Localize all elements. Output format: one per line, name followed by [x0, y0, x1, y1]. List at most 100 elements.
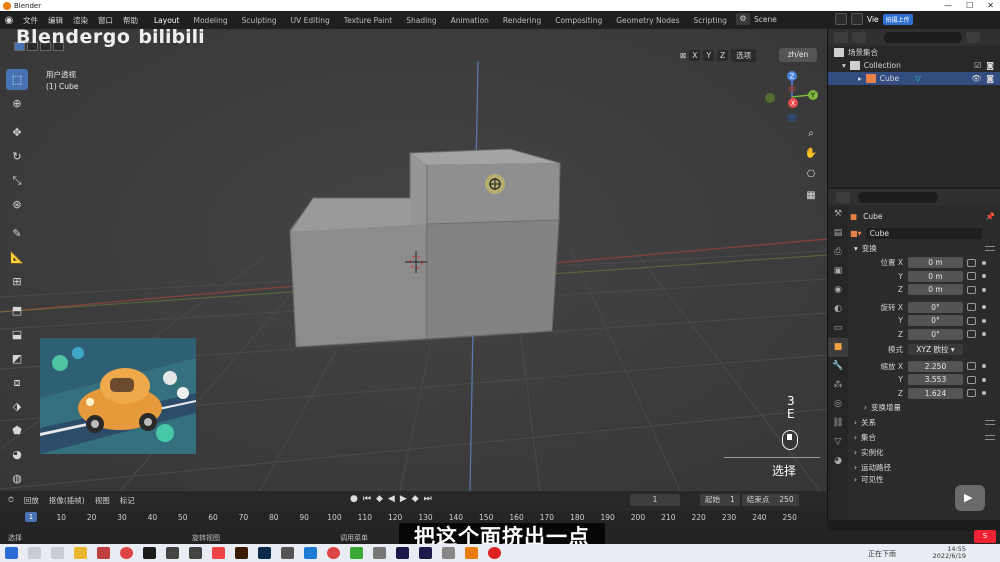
menu-edit[interactable]: 编辑	[43, 15, 68, 26]
move-handle-icon[interactable]	[485, 174, 505, 194]
expand-arrow-icon[interactable]: ▾	[842, 61, 846, 70]
rotation-z-field[interactable]: 0°	[908, 328, 963, 340]
transform-icon[interactable]: ⊛	[6, 194, 28, 215]
section-instancing[interactable]: › 实例化	[850, 445, 1000, 460]
section-collections[interactable]: › 集合	[850, 430, 1000, 445]
inset-icon[interactable]: ⬓	[6, 324, 28, 345]
blender-taskbar-icon[interactable]	[465, 547, 478, 559]
keyframe-dot-icon[interactable]	[982, 260, 986, 265]
keyframe-dot-icon[interactable]	[982, 274, 986, 279]
lock-icon[interactable]	[967, 272, 976, 281]
app-icon[interactable]	[373, 547, 386, 559]
search-icon[interactable]	[28, 547, 41, 559]
keyframe-dot-icon[interactable]	[982, 318, 986, 323]
collapse-arrow-icon[interactable]: ▾	[854, 244, 858, 253]
input-method-icon[interactable]: S	[974, 530, 996, 543]
keyframe-dot-icon[interactable]	[982, 305, 986, 310]
file-explorer-icon[interactable]	[74, 547, 87, 559]
loop-cut-icon[interactable]: ⧈	[6, 372, 28, 393]
premiere-icon[interactable]	[396, 547, 409, 559]
tab-layout[interactable]: Layout	[147, 16, 187, 25]
play-reverse-icon[interactable]: ◀	[388, 494, 395, 504]
blender-menu-icon[interactable]: ◉	[0, 15, 18, 26]
location-z-field[interactable]: 0 m	[908, 284, 963, 296]
maximize-button[interactable]: ☐	[966, 0, 973, 11]
app-icon[interactable]	[304, 547, 317, 559]
smooth-icon[interactable]: ◍	[6, 468, 28, 489]
properties-editor-icon[interactable]	[836, 191, 850, 203]
lock-icon[interactable]	[967, 303, 976, 312]
wechat-icon[interactable]	[350, 547, 363, 559]
lock-icon[interactable]	[967, 330, 976, 339]
cursor-icon[interactable]: ⊕	[6, 93, 28, 114]
video-icon[interactable]	[189, 547, 202, 559]
menu-view[interactable]: 视图	[95, 495, 110, 506]
tab-scripting[interactable]: Scripting	[687, 16, 734, 25]
spin-icon[interactable]: ◕	[6, 444, 28, 465]
pan-hand-icon[interactable]: ✋	[803, 146, 819, 162]
view-layer-selector[interactable]: Vie 拍摄上传	[835, 13, 913, 25]
menu-window[interactable]: 窗口	[93, 15, 118, 26]
physics-tab-icon[interactable]: ◎	[828, 395, 848, 414]
axis-x-toggle[interactable]: X	[689, 50, 701, 61]
keyframe-dot-icon[interactable]	[982, 332, 986, 337]
menu-keying[interactable]: 抠像(插帧)	[49, 495, 85, 506]
options-dropdown[interactable]: 选项	[731, 49, 757, 62]
rotation-mode-dropdown[interactable]: XYZ 欧拉 ▾	[908, 344, 963, 356]
lock-icon[interactable]	[967, 375, 976, 384]
pycharm-icon[interactable]	[143, 547, 156, 559]
rotation-y-field[interactable]: 0°	[908, 315, 963, 327]
current-frame-field[interactable]: 1	[630, 494, 680, 506]
play-overlay-button[interactable]	[955, 485, 985, 511]
object-tab-icon[interactable]: ■	[828, 338, 848, 357]
tab-modeling[interactable]: Modeling	[187, 16, 235, 25]
section-delta-transform[interactable]: › 变换增量	[850, 400, 1000, 415]
play-icon[interactable]: ▶	[400, 494, 407, 504]
eye-icon[interactable]: 👁	[971, 74, 981, 83]
document-icon[interactable]	[97, 547, 110, 559]
zoom-icon[interactable]: ⌕	[803, 126, 819, 142]
location-x-field[interactable]: 0 m	[908, 257, 963, 269]
playhead[interactable]: 1	[25, 512, 37, 522]
language-toggle-button[interactable]: zh/en	[779, 48, 817, 62]
pin-icon[interactable]: 📌	[986, 212, 995, 221]
knife-icon[interactable]: ⬗	[6, 396, 28, 417]
photoshop-icon[interactable]	[258, 547, 271, 559]
object-name[interactable]: Cube	[863, 212, 882, 221]
select-box-icon[interactable]: ⬚	[6, 69, 28, 90]
grid-perspective-icon[interactable]: ▦	[803, 188, 819, 204]
axis-y-toggle[interactable]: Y	[703, 50, 715, 61]
location-y-field[interactable]: 0 m	[908, 270, 963, 282]
outliner-editor-icon[interactable]	[834, 32, 848, 43]
expand-arrow-icon[interactable]: ›	[854, 418, 857, 427]
copy-icon[interactable]	[835, 13, 847, 25]
chrome-icon[interactable]	[327, 547, 340, 559]
app-icon[interactable]	[212, 547, 225, 559]
expand-arrow-icon[interactable]: ›	[854, 433, 857, 442]
end-frame-field[interactable]: 250	[774, 494, 799, 506]
camera-app-icon[interactable]	[166, 547, 179, 559]
lock-icon[interactable]	[967, 258, 976, 267]
outliner-search-input[interactable]	[884, 32, 962, 43]
tab-geometry-nodes[interactable]: Geometry Nodes	[609, 16, 686, 25]
axis-z-toggle[interactable]: Z	[717, 50, 729, 61]
chrome-icon[interactable]	[120, 547, 133, 559]
drag-handle-icon[interactable]	[985, 420, 995, 425]
drag-handle-icon[interactable]	[985, 435, 995, 440]
app-icon[interactable]	[281, 547, 294, 559]
data-block-field[interactable]: Cube	[865, 227, 982, 239]
tab-texture-paint[interactable]: Texture Paint	[337, 16, 399, 25]
close-button[interactable]: ✕	[987, 0, 994, 11]
keyframe-dot-icon[interactable]	[982, 391, 986, 396]
tab-shading[interactable]: Shading	[399, 16, 443, 25]
scene-tab-icon[interactable]: ◉	[828, 281, 848, 300]
scale-y-field[interactable]: 3.553	[908, 374, 963, 386]
prev-keyframe-icon[interactable]: ◆	[376, 494, 383, 504]
poly-build-icon[interactable]: ⬟	[6, 420, 28, 441]
particles-tab-icon[interactable]: ⁂	[828, 376, 848, 395]
rotate-icon[interactable]: ↻	[6, 146, 28, 167]
modifier-tab-icon[interactable]: 🔧	[828, 357, 848, 376]
3d-viewport[interactable]: 用户透视 (1) Cube ⊠ X Y Z 选项 zh/en Z Y X ⌕ ✋…	[0, 29, 827, 491]
taskview-icon[interactable]	[51, 547, 64, 559]
object-data-icon[interactable]: ■▾	[850, 229, 862, 238]
